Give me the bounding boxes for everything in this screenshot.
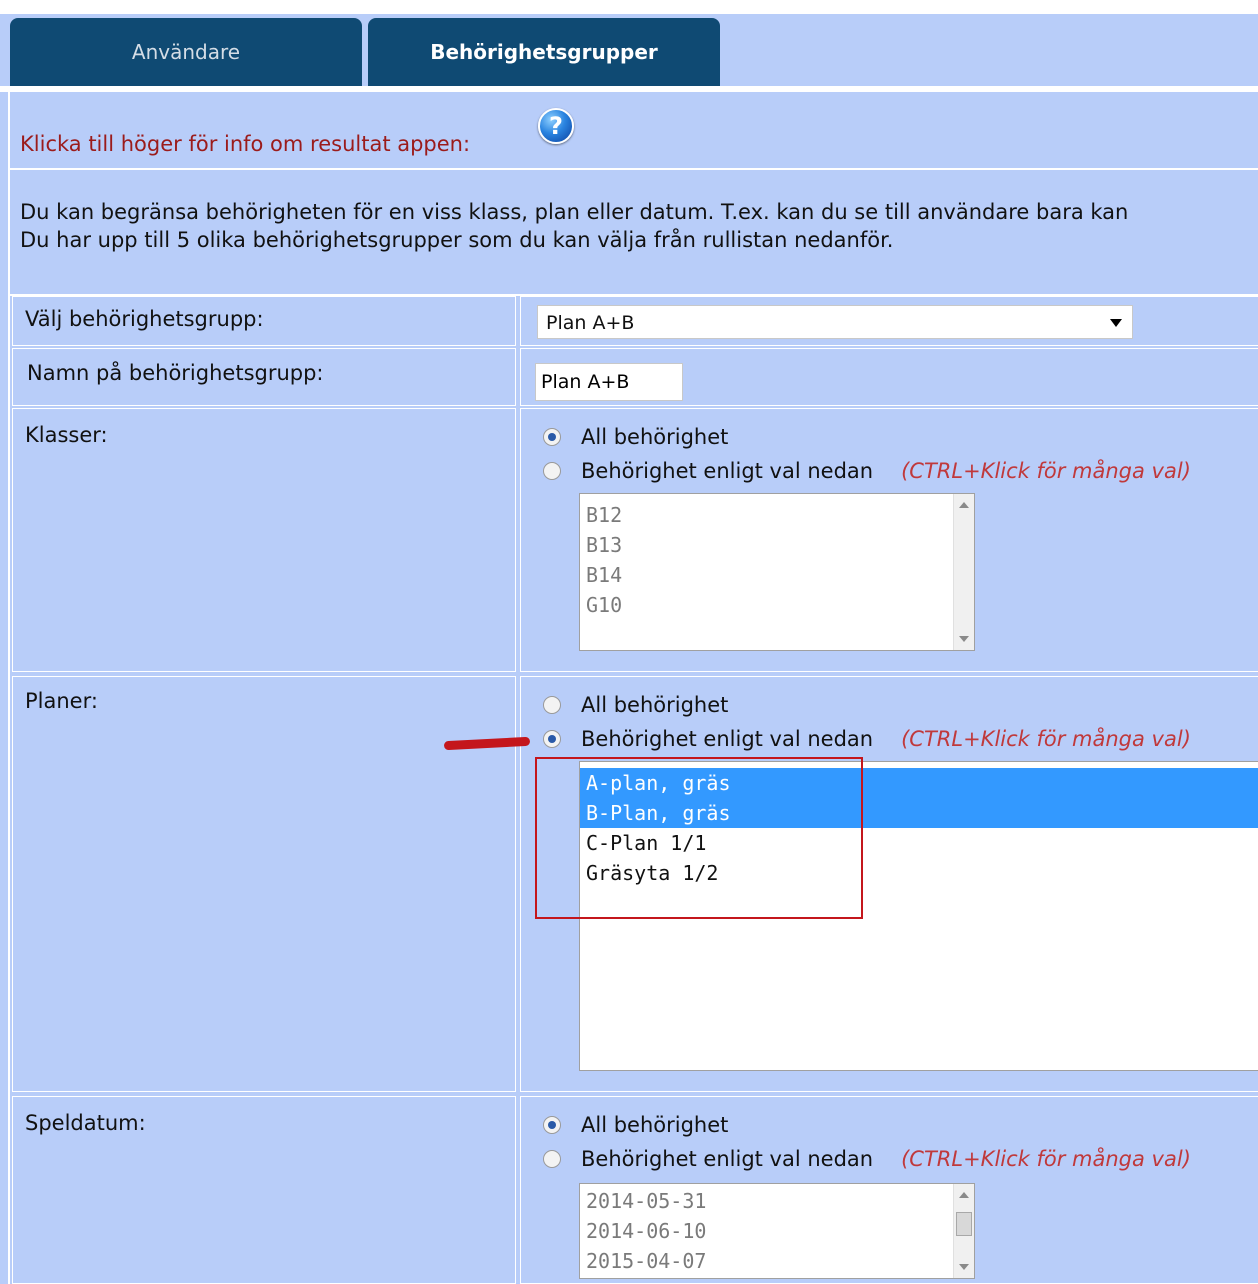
speldatum-label: Speldatum: [25,1111,146,1135]
klasser-radio-all[interactable] [543,428,561,446]
klasser-value-cell: All behörighet Behörighet enligt val ned… [520,408,1258,672]
info-text: Klicka till höger för info om resultat a… [20,132,471,156]
chevron-down-icon [1110,319,1122,327]
speldatum-value-cell: All behörighet Behörighet enligt val ned… [520,1096,1258,1284]
speldatum-listbox[interactable]: 2014-05-31 2014-06-10 2015-04-07 [579,1183,975,1279]
group-select-label-cell: Välj behörighetsgrupp: [12,296,516,346]
group-select-label: Välj behörighetsgrupp: [25,307,264,331]
speldatum-radio-select-row[interactable]: Behörighet enligt val nedan (CTRL+Klick … [543,1147,1191,1171]
list-item[interactable]: C-Plan 1/1 [580,828,1258,858]
planer-radio-all-label: All behörighet [581,693,729,717]
planer-value-cell: All behörighet Behörighet enligt val ned… [520,676,1258,1092]
group-name-label-cell: Namn på behörighetsgrupp: [12,348,516,406]
top-strip [0,0,1258,14]
planer-label: Planer: [25,689,98,713]
klasser-radio-all-row[interactable]: All behörighet [543,425,728,449]
list-item[interactable]: 2015-04-07 [580,1246,974,1276]
description-line-2: Du har upp till 5 olika behörighetsgrupp… [20,228,894,252]
klasser-label: Klasser: [25,423,108,447]
klasser-radio-all-label: All behörighet [581,425,729,449]
klasser-radio-select-label: Behörighet enligt val nedan [581,459,874,483]
question-circle-icon[interactable]: ? [538,108,574,144]
group-select-dropdown[interactable]: Plan A+B [537,305,1133,339]
scroll-up-icon[interactable] [959,1192,969,1198]
klasser-scrollbar[interactable] [953,494,974,650]
tab-anvandare-label: Användare [131,40,241,64]
planer-listbox[interactable]: A-plan, gräs B-Plan, gräs C-Plan 1/1 Grä… [579,761,1258,1071]
list-item[interactable]: B12 [580,500,974,530]
planer-radio-select-label: Behörighet enligt val nedan [581,727,874,751]
list-item[interactable]: B13 [580,530,974,560]
list-item[interactable]: 2014-06-10 [580,1216,974,1246]
list-item[interactable]: 2014-05-31 [580,1186,974,1216]
speldatum-radio-select[interactable] [543,1150,561,1168]
speldatum-radio-all-label: All behörighet [581,1113,729,1137]
speldatum-hint: (CTRL+Klick för många val) [901,1147,1191,1171]
tab-behorighetsgrupper[interactable]: Behörighetsgrupper [368,18,720,86]
planer-radio-all-row[interactable]: All behörighet [543,693,728,717]
speldatum-radio-all[interactable] [543,1116,561,1134]
klasser-hint: (CTRL+Klick för många val) [901,459,1191,483]
tab-anvandare[interactable]: Användare [10,18,362,86]
klasser-listbox[interactable]: B12 B13 B14 G10 [579,493,975,651]
scroll-thumb[interactable] [956,1212,972,1236]
planer-radio-select[interactable] [543,730,561,748]
planer-label-cell: Planer: [12,676,516,1092]
klasser-radio-select[interactable] [543,462,561,480]
info-row: Klicka till höger för info om resultat a… [10,92,1258,170]
scroll-up-icon[interactable] [959,502,969,508]
scroll-down-icon[interactable] [959,1264,969,1270]
group-name-label: Namn på behörighetsgrupp: [27,361,324,385]
speldatum-radio-all-row[interactable]: All behörighet [543,1113,728,1137]
speldatum-radio-select-label: Behörighet enligt val nedan [581,1147,874,1171]
list-item-selected[interactable]: B-Plan, gräs [580,798,1258,828]
description-line-1: Du kan begränsa behörigheten för en viss… [20,200,1129,224]
planer-hint: (CTRL+Klick för många val) [901,727,1191,751]
list-item[interactable]: Gräsyta 1/2 [580,858,1258,888]
group-select-value: Plan A+B [546,312,635,334]
list-item[interactable]: G10 [580,590,974,620]
tab-behorighetsgrupper-label: Behörighetsgrupper [430,40,658,64]
list-item[interactable]: B14 [580,560,974,590]
klasser-label-cell: Klasser: [12,408,516,672]
speldatum-label-cell: Speldatum: [12,1096,516,1284]
list-item-selected[interactable]: A-plan, gräs [580,768,1258,798]
group-name-input[interactable] [535,363,683,401]
description: Du kan begränsa behörigheten för en viss… [10,170,1258,296]
group-name-value-cell [520,348,1258,406]
scroll-down-icon[interactable] [959,636,969,642]
planer-radio-select-row[interactable]: Behörighet enligt val nedan (CTRL+Klick … [543,727,1191,751]
speldatum-scrollbar[interactable] [953,1184,974,1278]
group-select-value-cell: Plan A+B [520,296,1258,346]
klasser-radio-select-row[interactable]: Behörighet enligt val nedan (CTRL+Klick … [543,459,1191,483]
planer-radio-all[interactable] [543,696,561,714]
